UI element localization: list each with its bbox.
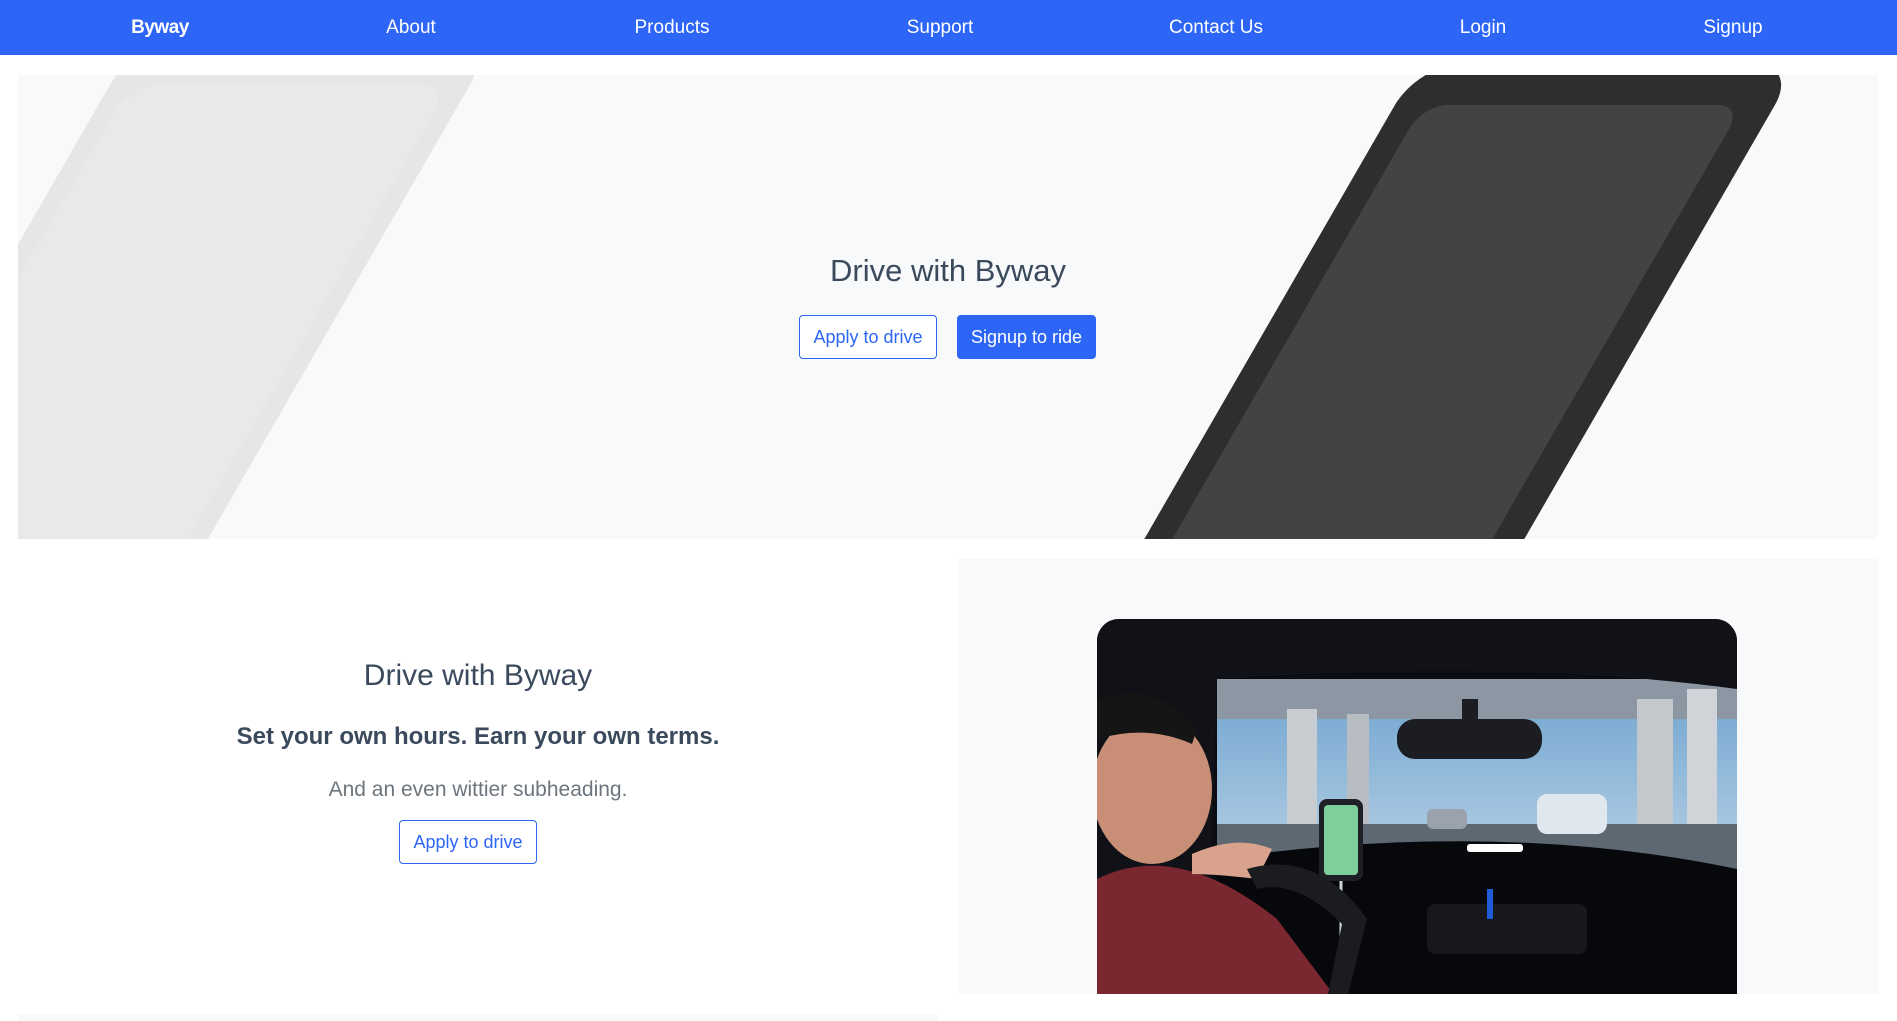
nav-link-login[interactable]: Login — [1460, 0, 1507, 55]
phone-dark-icon — [1060, 75, 1798, 539]
feature-lead: And an even wittier subheading. — [328, 778, 628, 801]
phone-light-screen — [18, 85, 450, 539]
nav-link-signup[interactable]: Signup — [1703, 0, 1762, 55]
feature-text-panel: Drive with Byway Set your own hours. Ear… — [18, 559, 938, 994]
driver-photo-illustration — [1097, 619, 1737, 994]
next-section-edge — [18, 1014, 938, 1021]
feature-image-panel — [958, 559, 1878, 994]
hero-apply-to-drive-button[interactable]: Apply to drive — [799, 315, 937, 359]
feature-title: Drive with Byway — [363, 659, 593, 692]
phone-dark-screen — [1111, 105, 1743, 539]
nav-link-support[interactable]: Support — [907, 0, 974, 55]
hero-section: Drive with Byway Apply to drive Signup t… — [18, 75, 1878, 539]
hero-signup-to-ride-button[interactable]: Signup to ride — [957, 315, 1096, 359]
nav-brand-logo[interactable]: Byway — [131, 0, 189, 55]
feature-subtitle: Set your own hours. Earn your own terms. — [236, 723, 720, 750]
nav-link-contact-us[interactable]: Contact Us — [1169, 0, 1263, 55]
phone-light-icon — [18, 75, 493, 539]
hero-title: Drive with Byway — [830, 253, 1066, 288]
driver-photo — [1097, 619, 1737, 994]
nav-link-products[interactable]: Products — [635, 0, 710, 55]
nav-link-about[interactable]: About — [386, 0, 436, 55]
feature-apply-to-drive-button[interactable]: Apply to drive — [399, 820, 537, 864]
top-navbar: Byway About Products Support Contact Us … — [0, 0, 1897, 55]
